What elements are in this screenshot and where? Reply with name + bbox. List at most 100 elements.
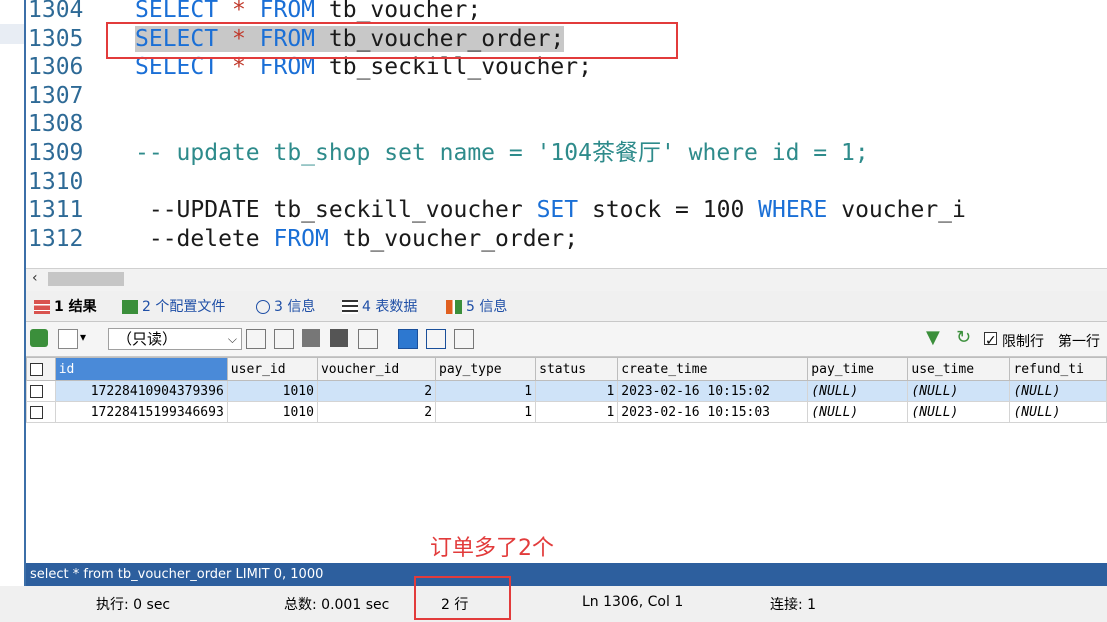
code-text: SELECT * FROM tb_voucher; <box>135 0 481 23</box>
first-row-label: 第一行 <box>1058 334 1100 350</box>
row-checkbox[interactable] <box>30 384 43 398</box>
code-token: -- update tb_shop set name = '104茶餐厅' wh… <box>135 140 869 166</box>
annotation-text: 订单多了2个 <box>430 536 554 561</box>
cell-refund-time[interactable]: (NULL) <box>1009 401 1107 423</box>
scroll-thumb[interactable] <box>48 272 124 286</box>
cell-create-time[interactable]: 2023-02-16 10:15:02 <box>617 380 809 402</box>
exec-time: 执行: 0 sec <box>96 597 171 613</box>
code-token: FROM <box>259 0 316 23</box>
left-panel <box>0 0 24 588</box>
text-view-icon[interactable] <box>426 329 446 349</box>
insert-row-icon[interactable] <box>246 329 266 349</box>
tab-table-data[interactable]: 4 表数据 <box>342 296 417 318</box>
cell-pay-type[interactable]: 1 <box>435 401 537 423</box>
row-checkbox[interactable] <box>30 405 43 419</box>
row-checkbox-cell[interactable] <box>26 401 56 423</box>
cell-use-time[interactable]: (NULL) <box>907 380 1011 402</box>
code-token: WHERE <box>758 197 828 224</box>
grid-icon <box>34 300 50 314</box>
cell-voucher-id[interactable]: 2 <box>316 380 437 402</box>
code-line[interactable]: 1311 --UPDATE tb_seckill_voucher SET sto… <box>26 196 966 225</box>
col-create-time[interactable]: create_time <box>617 357 809 381</box>
chevron-down-icon: ⌵ <box>227 332 237 346</box>
line-number: 1310 <box>28 168 84 195</box>
save-icon[interactable] <box>302 329 320 347</box>
tab-info[interactable]: 3 信息 <box>256 296 315 318</box>
col-pay-type[interactable]: pay_type <box>435 357 537 381</box>
result-grid: id user_id voucher_id pay_type status cr… <box>26 357 1107 563</box>
cell-voucher-id[interactable]: 2 <box>316 401 437 423</box>
code-text: --delete FROM tb_voucher_order; <box>135 226 578 252</box>
code-token: tb_voucher_order; <box>328 225 579 252</box>
form-icon[interactable] <box>454 329 474 349</box>
cell-id[interactable]: 17228415199346693 <box>54 401 228 423</box>
line-number: 1312 <box>28 225 84 252</box>
col-voucher-id[interactable]: voucher_id <box>316 357 437 381</box>
cell-pay-time[interactable]: (NULL) <box>807 380 909 402</box>
delete-icon[interactable] <box>330 329 348 347</box>
code-token: stock = 100 <box>578 197 759 224</box>
code-line[interactable]: 1307 <box>26 82 135 111</box>
mode-select[interactable]: （只读） ⌵ <box>108 328 242 350</box>
tab-info-2[interactable]: 5 信息 <box>446 296 507 318</box>
total-time: 总数: 0.001 sec <box>284 597 390 613</box>
duplicate-row-icon[interactable] <box>274 329 294 349</box>
col-pay-time[interactable]: pay_time <box>807 357 909 381</box>
col-status[interactable]: status <box>535 357 619 381</box>
connection-count: 连接: 1 <box>770 597 817 613</box>
cell-id[interactable]: 17228410904379396 <box>54 380 228 402</box>
cell-user-id[interactable]: 1010 <box>226 380 318 402</box>
code-token: * <box>218 0 260 23</box>
cell-status[interactable]: 1 <box>535 380 619 402</box>
col-user-id[interactable]: user_id <box>226 357 318 381</box>
cell-status[interactable]: 1 <box>535 401 619 423</box>
tab-result[interactable]: 1 结果 <box>34 296 97 318</box>
table-row[interactable]: 17228410904379396 1010 2 1 1 2023-02-16 … <box>26 380 1107 402</box>
col-use-time[interactable]: use_time <box>907 357 1011 381</box>
editor-hscrollbar[interactable]: ‹ <box>26 268 1107 291</box>
result-toolbar: ▾ （只读） ⌵ ▼ ↻ ✓ 限制行 第一行 <box>26 322 1107 357</box>
cell-create-time[interactable]: 2023-02-16 10:15:03 <box>617 401 809 423</box>
refresh-icon[interactable] <box>358 329 378 349</box>
cursor-position: Ln 1306, Col 1 <box>582 594 684 610</box>
cell-refund-time[interactable]: (NULL) <box>1009 380 1107 402</box>
highlight-box-query <box>106 22 678 59</box>
dropdown-arrow-icon[interactable]: ▾ <box>80 330 86 344</box>
query-status-bar: select * from tb_voucher_order LIMIT 0, … <box>26 563 1107 586</box>
status-bar: 执行: 0 sec 总数: 0.001 sec 2 行 Ln 1306, Col… <box>0 586 1107 622</box>
col-refund-time[interactable]: refund_ti <box>1009 357 1107 381</box>
cell-pay-type[interactable]: 1 <box>435 380 537 402</box>
code-token: FROM <box>273 225 329 252</box>
tab-profile[interactable]: 2 个配置文件 <box>122 296 225 318</box>
code-token: SELECT <box>135 0 219 23</box>
profile-icon <box>122 300 138 314</box>
cell-pay-time[interactable]: (NULL) <box>807 401 909 423</box>
highlight-box-rowcount <box>414 576 511 620</box>
code-line[interactable]: 1310 <box>26 168 135 197</box>
cell-use-time[interactable]: (NULL) <box>907 401 1011 423</box>
col-id[interactable]: id <box>54 357 228 381</box>
select-all-header[interactable] <box>26 357 56 381</box>
limit-label: 限制行 <box>1002 334 1044 350</box>
code-line[interactable]: 1309 -- update tb_shop set name = '104茶餐厅… <box>26 139 869 168</box>
grid-view-icon[interactable] <box>398 329 418 349</box>
row-checkbox-cell[interactable] <box>26 380 56 402</box>
filter-icon[interactable]: ▼ <box>926 327 940 348</box>
line-number: 1311 <box>28 197 84 224</box>
code-text: -- update tb_shop set name = '104茶餐厅' wh… <box>135 140 869 166</box>
table-row[interactable]: 17228415199346693 1010 2 1 1 2023-02-16 … <box>26 401 1107 423</box>
code-token: SET <box>536 197 579 224</box>
reload-icon[interactable]: ↻ <box>956 327 971 348</box>
code-line[interactable]: 1308 <box>26 110 135 139</box>
line-number: 1308 <box>28 111 84 138</box>
code-token: voucher_i <box>827 197 966 224</box>
code-token: tb_voucher; <box>315 0 482 23</box>
select-all-checkbox[interactable] <box>30 362 43 376</box>
scroll-left-icon[interactable]: ‹ <box>32 270 38 286</box>
code-line[interactable]: 1312 --delete FROM tb_voucher_order; <box>26 225 578 254</box>
form-view-icon[interactable] <box>58 329 78 349</box>
code-token: --delete <box>135 225 274 252</box>
cell-user-id[interactable]: 1010 <box>226 401 318 423</box>
limit-checkbox[interactable]: ✓ <box>984 332 997 349</box>
export-icon[interactable] <box>30 329 48 347</box>
